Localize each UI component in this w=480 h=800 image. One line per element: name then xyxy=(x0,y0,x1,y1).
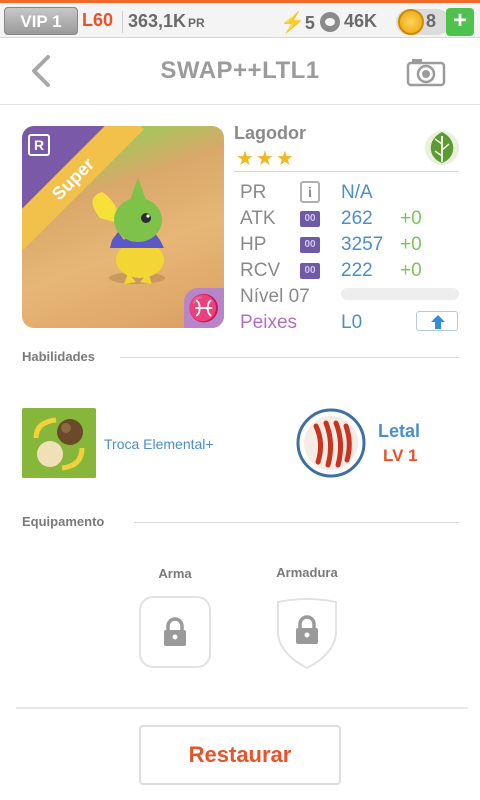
level-label: Nível 07 xyxy=(240,286,310,307)
claw-icon[interactable] xyxy=(296,408,366,478)
armor-label: Armadura xyxy=(276,565,338,580)
energy-counter[interactable]: ⚡5 xyxy=(280,10,315,35)
skill-name-element-swap[interactable]: Troca Elemental+ xyxy=(104,436,214,452)
stat-value-pr: N/A xyxy=(341,182,373,203)
divider xyxy=(120,357,459,358)
monster-portrait[interactable]: R Super ♓ xyxy=(22,126,224,328)
fish-value: L0 xyxy=(341,312,363,333)
lock-icon xyxy=(164,617,186,646)
divider xyxy=(134,522,459,523)
weapon-label: Arma xyxy=(158,566,192,581)
coin-icon xyxy=(398,9,424,35)
power-value: 363,1K xyxy=(128,11,187,31)
monster-name: Lagodor xyxy=(234,123,306,143)
stat-label-pr: PR xyxy=(240,182,267,203)
camera-icon[interactable] xyxy=(406,57,446,87)
divider xyxy=(234,171,459,172)
skill-name-lethal[interactable]: Letal xyxy=(378,421,420,442)
power-unit: PR xyxy=(188,16,205,30)
vip-badge[interactable]: VIP 1 xyxy=(4,7,78,35)
abilities-heading: Habilidades xyxy=(22,349,95,364)
stat-bonus-rcv: +0 xyxy=(400,260,422,281)
food-counter[interactable]: 46K xyxy=(320,11,377,32)
stat-value-hp: 3257 xyxy=(341,234,384,255)
element-swap-icon[interactable] xyxy=(22,408,96,478)
player-level: L60 xyxy=(82,10,114,30)
stat-bonus-hp: +0 xyxy=(400,234,422,255)
add-coins-button[interactable]: + xyxy=(446,8,474,36)
stat-label-atk: ATK xyxy=(240,208,276,229)
restore-button[interactable]: Restaurar xyxy=(139,725,341,785)
coin-value: 8 xyxy=(426,11,437,31)
page-header: SWAP++LTL1 xyxy=(0,39,480,105)
lightning-icon: ⚡ xyxy=(280,12,305,34)
up-arrow-icon xyxy=(431,315,445,329)
leaf-icon xyxy=(425,131,459,165)
lock-icon xyxy=(296,615,318,644)
divider xyxy=(16,707,468,709)
energy-value: 5 xyxy=(304,13,315,33)
top-status-bar: VIP 1 L60 363,1K PR ⚡5 46K 8 + xyxy=(0,0,480,38)
stat-value-rcv: 222 xyxy=(341,260,373,281)
upgrade-button[interactable] xyxy=(416,311,458,331)
armor-slot[interactable] xyxy=(272,594,342,670)
food-value: 46K xyxy=(344,11,378,31)
divider xyxy=(122,11,123,33)
info-icon[interactable]: i xyxy=(300,181,320,203)
stat-chip-icon: 00 xyxy=(300,211,320,227)
rarity-badge: R xyxy=(28,134,50,156)
stat-label-hp: HP xyxy=(240,234,267,255)
pisces-icon: ♓ xyxy=(184,288,224,328)
xp-progress-bar xyxy=(341,288,459,300)
stat-chip-icon: 00 xyxy=(300,263,320,279)
player-power: 363,1K PR xyxy=(128,11,205,32)
stat-label-rcv: RCV xyxy=(240,260,281,281)
star-rating: ★★★ xyxy=(236,148,296,170)
fish-label: Peixes xyxy=(240,312,298,333)
weapon-slot[interactable] xyxy=(139,596,211,668)
stat-bonus-atk: +0 xyxy=(400,208,422,229)
skill-level-lethal: LV 1 xyxy=(383,446,418,465)
equipment-heading: Equipamento xyxy=(22,514,105,529)
stat-value-atk: 262 xyxy=(341,208,373,229)
stat-chip-icon: 00 xyxy=(300,237,320,253)
paw-icon xyxy=(320,11,340,32)
